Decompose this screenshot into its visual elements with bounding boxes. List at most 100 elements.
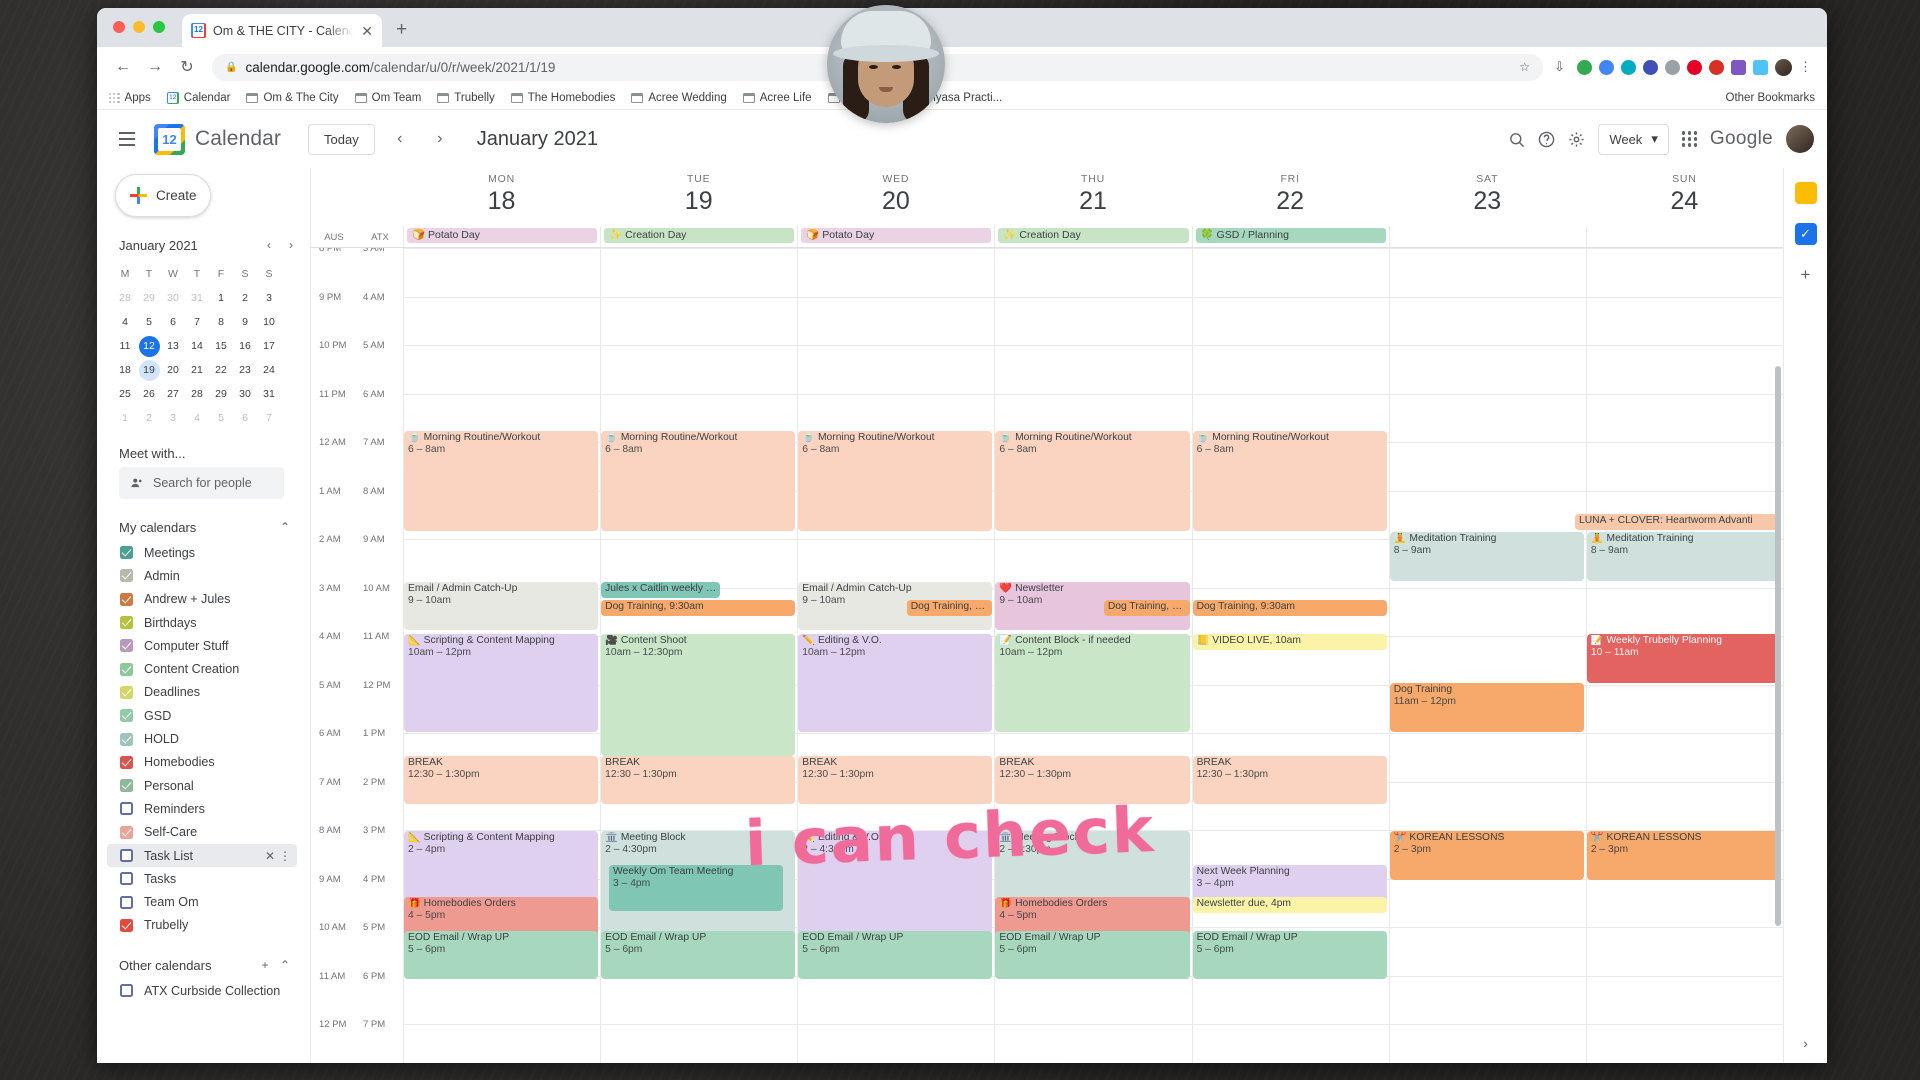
- calendar-event[interactable]: BREAK 12:30 – 1:30pm: [1192, 756, 1387, 804]
- mini-calendar-day[interactable]: 11: [113, 334, 137, 358]
- mini-calendar-day[interactable]: 12: [137, 334, 161, 358]
- calendar-list-item[interactable]: Computer Stuff: [107, 634, 297, 657]
- extension-teal-icon[interactable]: [1621, 59, 1636, 75]
- calendar-event[interactable]: LUNA + CLOVER: Heartworm Advanti: [1575, 514, 1781, 530]
- mini-calendar-day[interactable]: 23: [233, 358, 257, 382]
- mini-calendar-day[interactable]: 25: [113, 382, 137, 406]
- calendar-event[interactable]: Dog Training, 9:30: [1103, 600, 1190, 616]
- calendar-list-item[interactable]: GSD: [107, 704, 297, 727]
- calendar-list-item[interactable]: Andrew + Jules: [107, 588, 297, 611]
- calendar-event[interactable]: 🍵 Morning Routine/Workout 6 – 8am: [1192, 431, 1387, 531]
- calendar-checkbox[interactable]: [120, 802, 133, 816]
- mini-calendar-day[interactable]: 2: [233, 286, 257, 310]
- calendar-event[interactable]: EOD Email / Wrap UP 5 – 6pm: [1192, 931, 1387, 979]
- add-other-calendar-icon[interactable]: +: [255, 955, 275, 975]
- calendar-checkbox[interactable]: [120, 592, 133, 606]
- chevron-up-icon-other[interactable]: ⌃: [275, 955, 295, 975]
- all-day-cell[interactable]: [1388, 226, 1586, 247]
- calendar-checkbox[interactable]: [120, 709, 133, 723]
- calendar-event[interactable]: 📒 VIDEO LIVE, 10am: [1192, 634, 1387, 650]
- calendar-list-item[interactable]: Birthdays: [107, 611, 297, 634]
- other-calendars-header[interactable]: Other calendars + ⌃: [119, 955, 295, 975]
- mini-calendar-day[interactable]: 14: [185, 334, 209, 358]
- all-day-event[interactable]: ✨ Creation Day: [604, 228, 795, 243]
- extension-pinterest-icon[interactable]: [1687, 59, 1702, 75]
- previous-period-button[interactable]: ‹: [385, 124, 415, 154]
- bookmark-item[interactable]: Acree Wedding: [631, 92, 727, 104]
- mini-calendar-next-icon[interactable]: ›: [280, 234, 302, 256]
- grid-scroll-area[interactable]: 8 PM 3 AM 9 PM 4 AM 10 PM 5 AM 11 PM 6 AM 12 AM 7…: [311, 248, 1783, 1063]
- close-tab-icon[interactable]: ✕: [361, 24, 373, 38]
- all-day-event[interactable]: 🍞 Potato Day: [407, 228, 598, 243]
- calendar-event[interactable]: 🍵 Morning Routine/Workout 6 – 8am: [798, 431, 993, 531]
- calendar-event[interactable]: Jules x Caitlin weekly meeting ☀️, 9a: [601, 582, 721, 598]
- tasks-icon[interactable]: ✓: [1794, 223, 1817, 245]
- calendar-list-item[interactable]: HOLD: [107, 727, 297, 750]
- mini-calendar-day[interactable]: 20: [161, 358, 185, 382]
- search-icon[interactable]: [1508, 131, 1525, 148]
- extension-indigo-icon[interactable]: [1643, 59, 1658, 75]
- calendar-event[interactable]: 🍵 Morning Routine/Workout 6 – 8am: [601, 431, 796, 531]
- day-header[interactable]: TUE 19: [600, 168, 797, 226]
- bookmark-item[interactable]: Acree Life: [742, 92, 812, 104]
- mini-calendar-day[interactable]: 2: [137, 406, 161, 430]
- calendar-event[interactable]: EOD Email / Wrap UP 5 – 6pm: [995, 931, 1190, 979]
- mini-calendar-day[interactable]: 3: [257, 286, 281, 310]
- mini-calendar[interactable]: M T W T F S S 28 29 30 31 1 2 3 4 5 6 7 8 9 10 11 12 13 14 15 16 17…: [113, 262, 281, 430]
- mini-calendar-day[interactable]: 15: [209, 334, 233, 358]
- chevron-up-icon[interactable]: ⌃: [275, 517, 295, 537]
- calendar-checkbox[interactable]: [120, 918, 133, 932]
- extension-green-icon[interactable]: [1577, 59, 1592, 75]
- calendar-checkbox[interactable]: [120, 662, 133, 676]
- bookmark-item[interactable]: Trubelly: [437, 92, 495, 104]
- calendar-event[interactable]: Email / Admin Catch-Up 9 – 10am: [404, 582, 599, 630]
- calendar-event[interactable]: EOD Email / Wrap UP 5 – 6pm: [798, 931, 993, 979]
- extension-blue-icon[interactable]: [1599, 59, 1614, 75]
- calendar-checkbox[interactable]: [120, 639, 133, 653]
- mini-calendar-day[interactable]: 6: [161, 310, 185, 334]
- calendar-row-actions[interactable]: ✕ ⋮: [265, 849, 297, 863]
- google-apps-icon[interactable]: [1681, 131, 1697, 147]
- mini-calendar-day[interactable]: 28: [113, 286, 137, 310]
- mini-calendar-day[interactable]: 9: [233, 310, 257, 334]
- mini-calendar-day[interactable]: 27: [161, 382, 185, 406]
- calendar-checkbox[interactable]: [120, 685, 133, 699]
- calendar-list-item[interactable]: Self-Care: [107, 821, 297, 844]
- all-day-cell[interactable]: [1585, 226, 1783, 247]
- create-button[interactable]: Create: [115, 174, 211, 217]
- calendar-event[interactable]: 📝 Weekly Trubelly Planning 10 – 11am: [1586, 634, 1781, 683]
- calendar-event[interactable]: 🍵 Morning Routine/Workout 6 – 8am: [995, 431, 1190, 531]
- calendar-list-item[interactable]: Task List ✕ ⋮: [107, 843, 297, 868]
- mini-calendar-day[interactable]: 7: [185, 310, 209, 334]
- day-header[interactable]: THU 21: [994, 168, 1191, 226]
- calendar-event[interactable]: ✂️ KOREAN LESSONS 2 – 3pm: [1586, 831, 1781, 880]
- bookmark-item[interactable]: Om & The City: [246, 92, 339, 104]
- calendar-checkbox[interactable]: [120, 569, 133, 583]
- mini-calendar-day[interactable]: 1: [209, 286, 233, 310]
- mini-calendar-day[interactable]: 31: [257, 382, 281, 406]
- close-window-button[interactable]: [113, 21, 125, 33]
- calendar-checkbox[interactable]: [120, 616, 133, 630]
- extension-red-icon[interactable]: [1709, 59, 1724, 75]
- calendar-checkbox[interactable]: [120, 872, 133, 886]
- calendar-list-item[interactable]: Tasks: [107, 867, 297, 890]
- remove-calendar-icon[interactable]: ✕: [265, 849, 275, 863]
- forward-button[interactable]: →: [141, 53, 169, 81]
- mini-calendar-day[interactable]: 26: [137, 382, 161, 406]
- window-controls[interactable]: [113, 21, 165, 33]
- mini-calendar-day[interactable]: 3: [161, 406, 185, 430]
- mini-calendar-day[interactable]: 1: [113, 406, 137, 430]
- calendar-event[interactable]: 🧘 Meditation Training 8 – 9am: [1586, 532, 1781, 581]
- calendar-list-item[interactable]: Reminders: [107, 797, 297, 820]
- mini-calendar-day[interactable]: 10: [257, 310, 281, 334]
- view-selector[interactable]: Week ▾: [1598, 123, 1669, 155]
- vertical-scrollbar[interactable]: [1775, 366, 1781, 926]
- bookmark-item[interactable]: Om Team: [354, 92, 421, 104]
- mini-calendar-day[interactable]: 31: [185, 286, 209, 310]
- calendar-event[interactable]: Dog Training, 9:30am: [1192, 600, 1387, 616]
- day-header[interactable]: SUN 24: [1586, 168, 1783, 226]
- calendar-event[interactable]: 🎥 Content Shoot 10am – 12:30pm: [601, 634, 796, 756]
- day-header[interactable]: MON 18: [403, 168, 600, 226]
- back-button[interactable]: ←: [109, 53, 137, 81]
- extension-lightblue-icon[interactable]: [1753, 59, 1768, 75]
